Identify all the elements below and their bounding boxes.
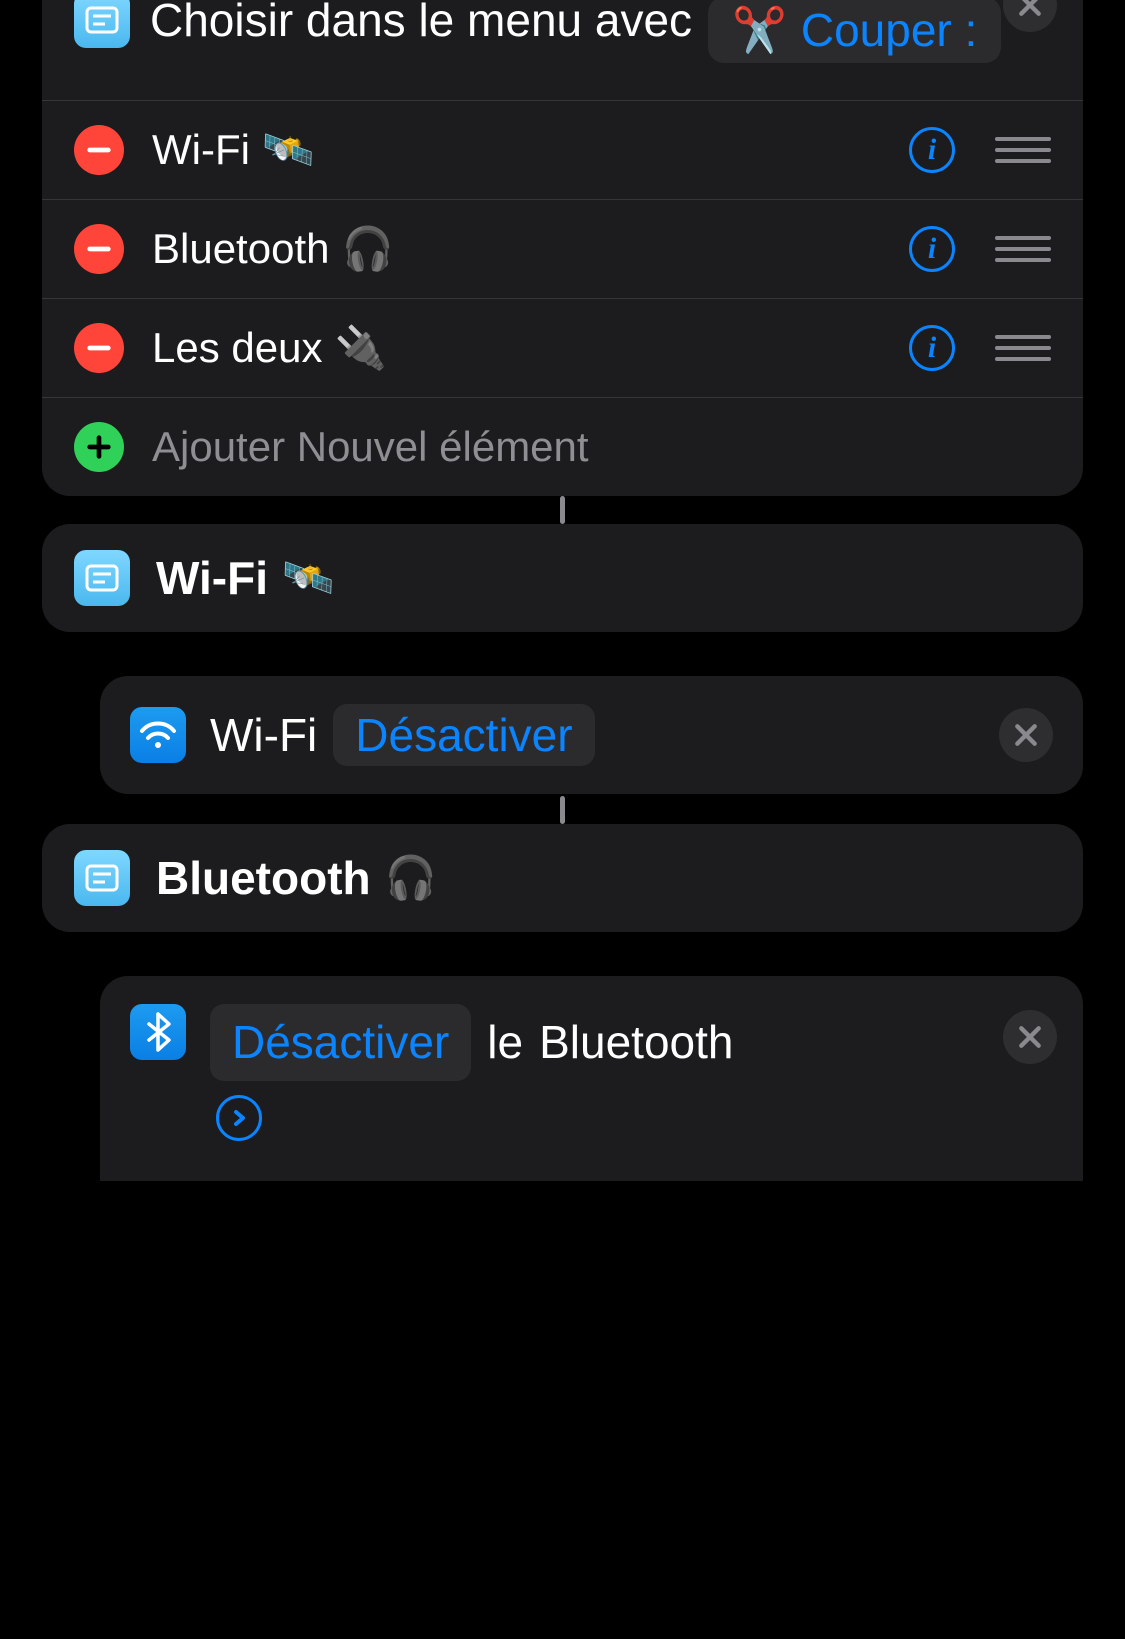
menu-item-label[interactable]: Bluetooth 🎧 <box>152 225 881 274</box>
choose-from-menu-action: Choisir dans le menu avec ✂️ Couper : Wi… <box>42 0 1083 496</box>
case-bluetooth[interactable]: Bluetooth 🎧 <box>42 824 1083 932</box>
add-item-row[interactable]: Ajouter Nouvel élément <box>42 397 1083 496</box>
item-info-button[interactable]: i <box>909 325 955 371</box>
remove-item-button[interactable] <box>74 224 124 274</box>
bluetooth-action-mid: le <box>487 1008 523 1077</box>
headphones-icon: 🎧 <box>385 854 437 903</box>
menu-item-row: Wi-Fi 🛰️ i <box>42 100 1083 199</box>
bluetooth-state-value[interactable]: Désactiver <box>210 1004 471 1081</box>
bluetooth-action-suffix: Bluetooth <box>539 1008 733 1077</box>
item-info-button[interactable]: i <box>909 127 955 173</box>
flow-connector <box>560 796 565 824</box>
scissors-icon: ✂️ <box>732 4 787 56</box>
menu-variable-label: Couper : <box>801 3 977 57</box>
satellite-icon: 🛰️ <box>282 554 334 603</box>
remove-item-button[interactable] <box>74 125 124 175</box>
wifi-action-prefix: Wi-Fi <box>210 708 317 762</box>
close-action-button[interactable] <box>1003 0 1057 32</box>
case-bluetooth-label: Bluetooth 🎧 <box>156 851 437 905</box>
menu-action-icon <box>74 0 130 48</box>
plug-icon: 🔌 <box>334 324 386 373</box>
bluetooth-action-text: Désactiver le Bluetooth <box>210 1004 790 1141</box>
disclosure-button[interactable] <box>216 1095 262 1141</box>
action-title-row: Choisir dans le menu avec <box>74 0 692 48</box>
add-item-label: Ajouter Nouvel élément <box>152 423 589 471</box>
set-wifi-action: Wi-Fi Désactiver <box>100 676 1083 794</box>
wifi-icon <box>130 707 186 763</box>
flow-connector <box>560 496 565 524</box>
case-wifi-label: Wi-Fi 🛰️ <box>156 551 334 605</box>
case-icon <box>74 850 130 906</box>
wifi-state-value[interactable]: Désactiver <box>333 704 594 766</box>
action-header: Choisir dans le menu avec ✂️ Couper : <box>42 0 1083 100</box>
action-title: Choisir dans le menu avec <box>150 0 692 47</box>
item-info-button[interactable]: i <box>909 226 955 272</box>
drag-handle-icon[interactable] <box>995 132 1051 168</box>
add-item-button[interactable] <box>74 422 124 472</box>
drag-handle-icon[interactable] <box>995 330 1051 366</box>
menu-item-row: Les deux 🔌 i <box>42 298 1083 397</box>
case-icon <box>74 550 130 606</box>
set-bluetooth-action: Désactiver le Bluetooth <box>100 976 1083 1181</box>
headphones-icon: 🎧 <box>341 225 393 274</box>
menu-item-row: Bluetooth 🎧 i <box>42 199 1083 298</box>
wifi-action-text: Wi-Fi Désactiver <box>210 704 595 766</box>
close-action-button[interactable] <box>1003 1010 1057 1064</box>
remove-item-button[interactable] <box>74 323 124 373</box>
drag-handle-icon[interactable] <box>995 231 1051 267</box>
case-wifi[interactable]: Wi-Fi 🛰️ <box>42 524 1083 632</box>
satellite-icon: 🛰️ <box>262 126 314 175</box>
menu-variable-pill[interactable]: ✂️ Couper : <box>708 0 1001 63</box>
menu-item-label[interactable]: Wi-Fi 🛰️ <box>152 126 881 175</box>
menu-item-label[interactable]: Les deux 🔌 <box>152 324 881 373</box>
bluetooth-icon <box>130 1004 186 1060</box>
close-action-button[interactable] <box>999 708 1053 762</box>
